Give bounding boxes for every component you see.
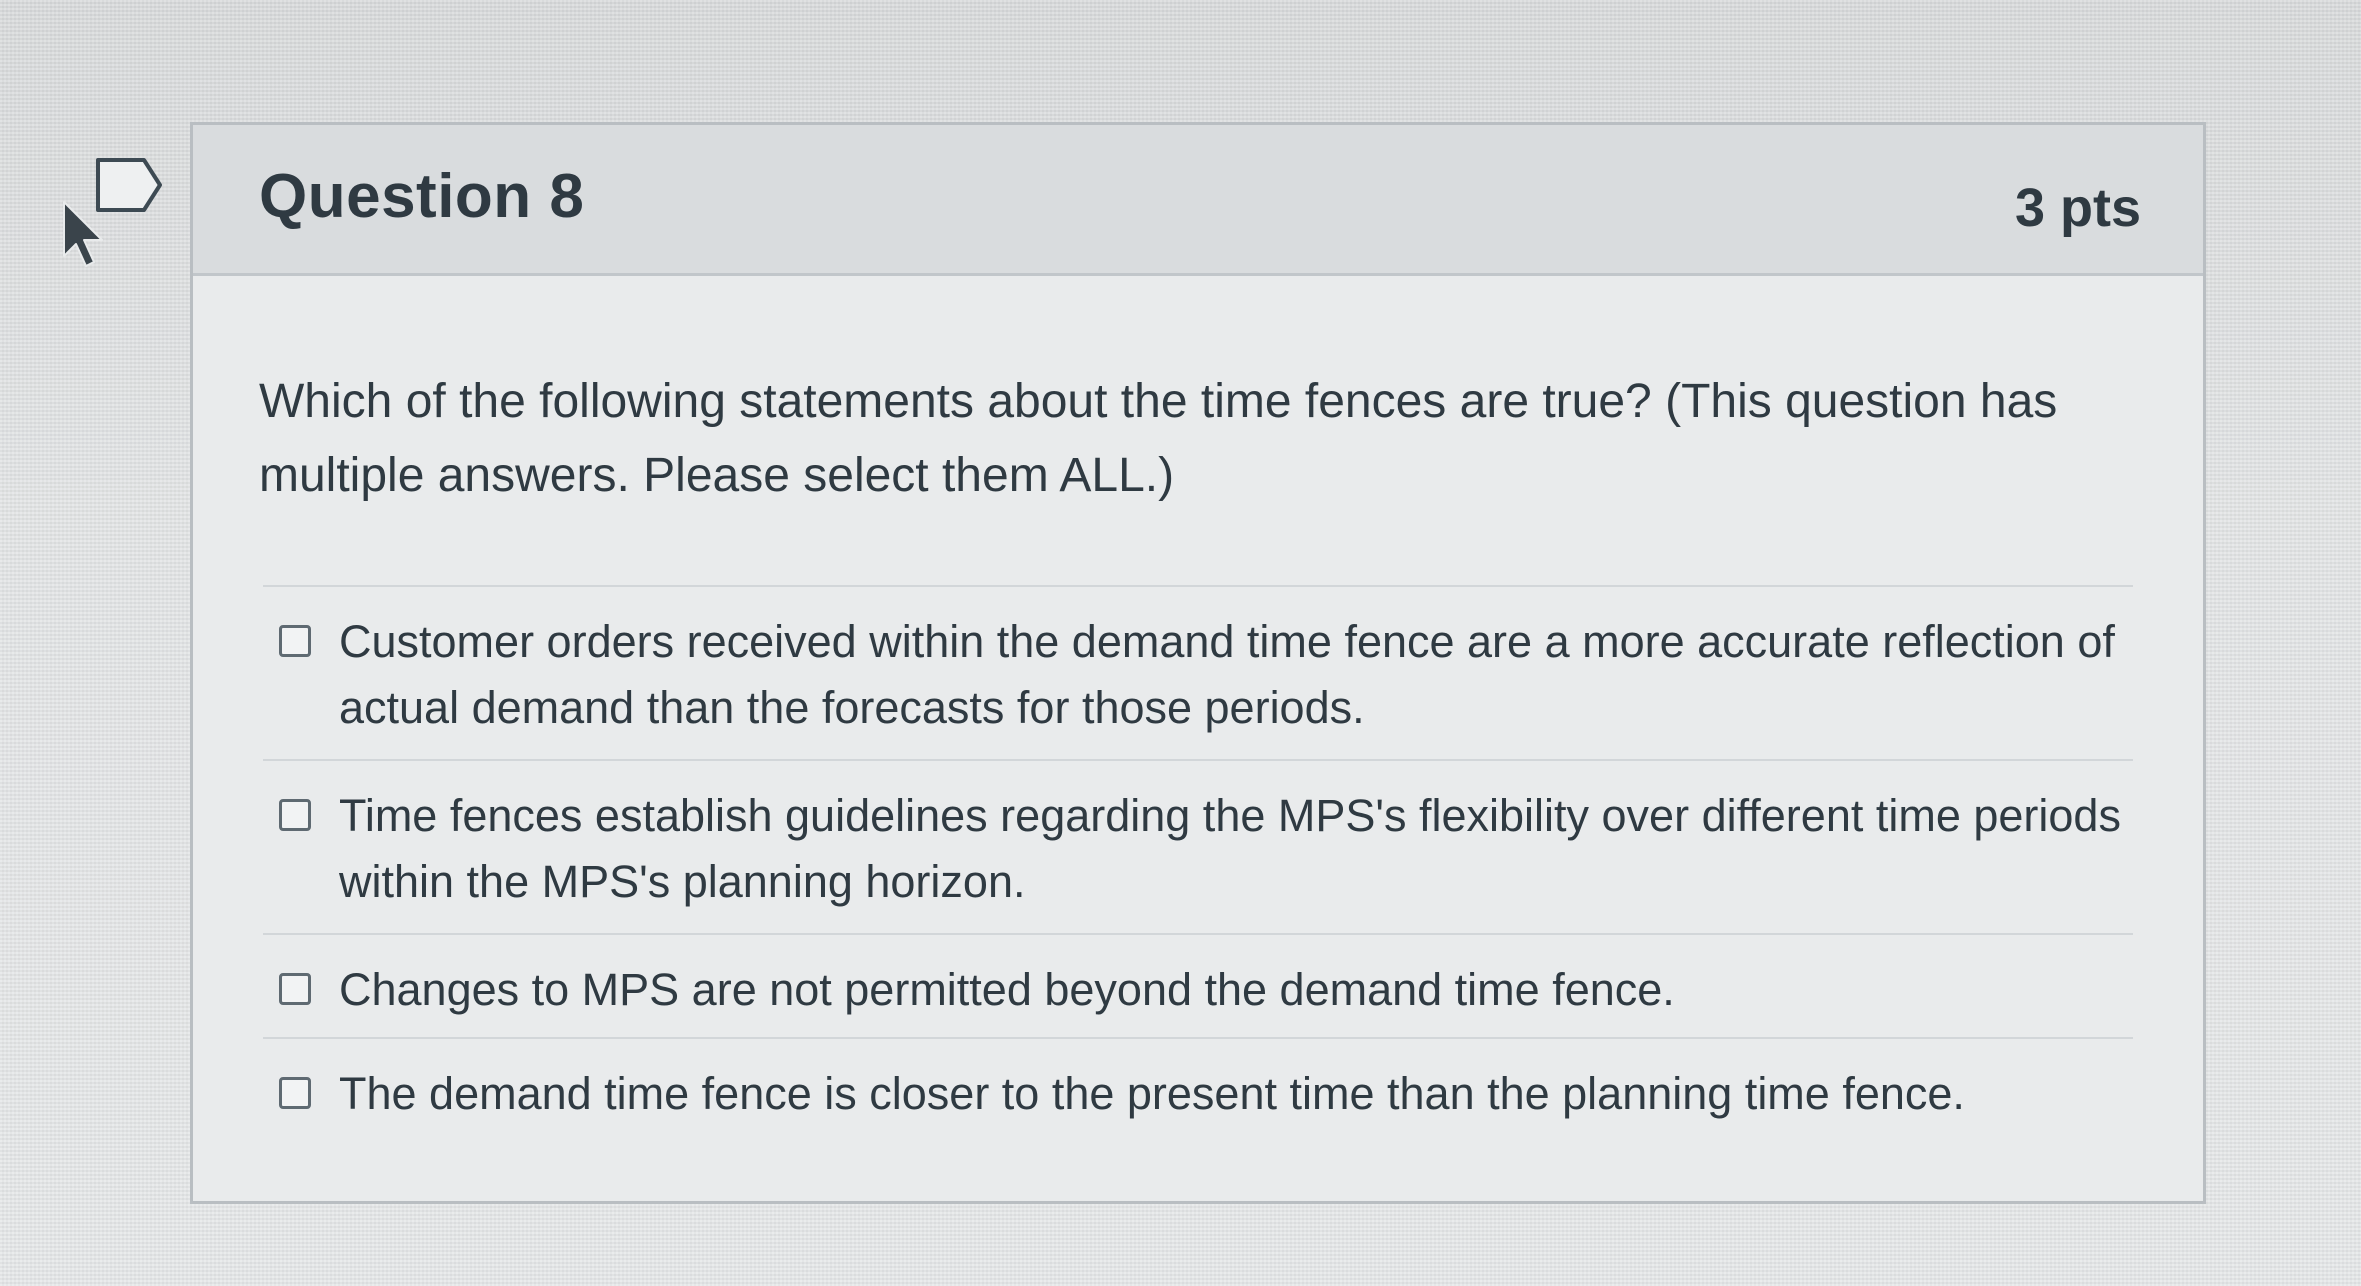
answer-label[interactable]: Changes to MPS are not permitted beyond … xyxy=(339,935,2133,1039)
answer-label[interactable]: The demand time fence is closer to the p… xyxy=(339,1039,2133,1143)
answer-label[interactable]: Customer orders received within the dema… xyxy=(339,587,2133,757)
answer-checkbox[interactable] xyxy=(279,625,311,657)
answer-checkbox[interactable] xyxy=(279,799,311,831)
answer-option[interactable]: Changes to MPS are not permitted beyond … xyxy=(263,935,2133,1039)
question-points: 3 pts xyxy=(2014,178,2141,238)
answer-list: Customer orders received within the dema… xyxy=(263,585,2133,1151)
question-title: Question 8 xyxy=(259,162,585,231)
question-card: Question 8 3 pts Which of the following … xyxy=(190,122,2206,1204)
answer-option[interactable]: Customer orders received within the dema… xyxy=(263,587,2133,761)
answer-label[interactable]: Time fences establish guidelines regardi… xyxy=(339,761,2133,931)
answer-checkbox[interactable] xyxy=(279,973,311,1005)
mouse-pointer-icon xyxy=(63,201,103,267)
answer-option[interactable]: Time fences establish guidelines regardi… xyxy=(263,761,2133,935)
question-prompt: Which of the following statements about … xyxy=(259,375,2058,502)
answer-checkbox[interactable] xyxy=(279,1077,311,1109)
answer-option[interactable]: The demand time fence is closer to the p… xyxy=(263,1039,2133,1151)
question-header: Question 8 3 pts xyxy=(193,125,2203,276)
